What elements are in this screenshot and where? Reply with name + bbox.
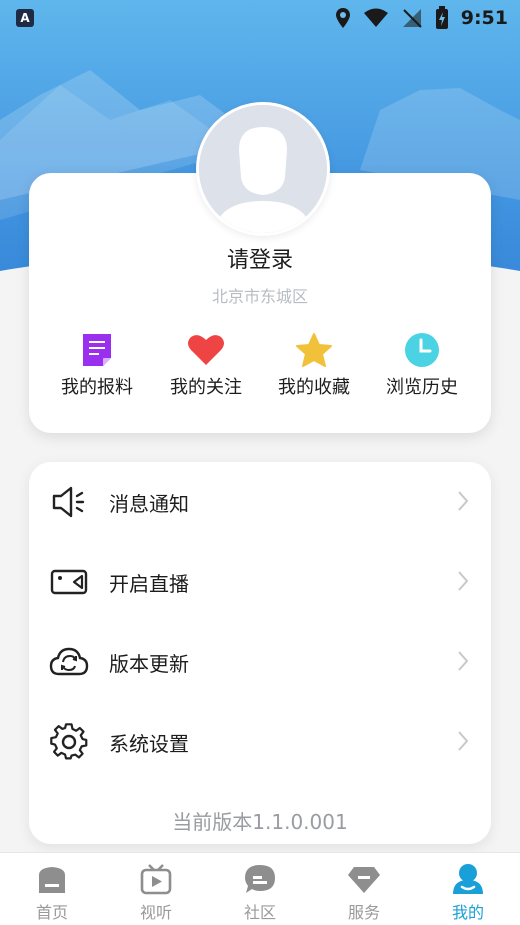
menu-item-label: 消息通知 — [109, 492, 189, 516]
tab-label: 首页 — [35, 903, 68, 922]
avatar[interactable] — [196, 102, 330, 236]
menu-item-system-settings[interactable]: 系统设置 — [29, 706, 491, 776]
chevron-right-icon — [458, 731, 469, 751]
signal-off-icon — [402, 9, 422, 28]
speaker-icon — [52, 486, 85, 518]
battery-charging-icon — [435, 6, 448, 29]
gear-icon — [50, 723, 88, 760]
quick-action-browse-history[interactable]: 浏览历史 — [372, 330, 472, 399]
cloud-sync-icon — [49, 647, 89, 676]
quick-action-my-follows[interactable]: 我的关注 — [156, 330, 256, 399]
tab-community[interactable]: 社区 — [208, 853, 312, 925]
star-icon — [296, 333, 332, 367]
app-notification-icon: A — [16, 9, 34, 27]
clock-icon — [405, 333, 439, 367]
menu-item-start-live[interactable]: 开启直播 — [29, 546, 491, 616]
tab-mine[interactable]: 我的 — [416, 853, 520, 925]
video-camera-icon — [50, 569, 88, 595]
quick-action-label: 浏览历史 — [386, 377, 458, 398]
default-avatar-icon — [199, 105, 327, 233]
quick-action-label: 我的收藏 — [278, 377, 350, 398]
location-text: 北京市东城区 — [211, 287, 308, 306]
tab-label: 我的 — [451, 903, 484, 922]
chat-bubble-icon — [245, 865, 275, 893]
chevron-right-icon — [458, 491, 469, 511]
tab-audio-video[interactable]: 视听 — [104, 853, 208, 925]
tab-label: 社区 — [243, 903, 276, 922]
menu-item-label: 开启直播 — [109, 572, 189, 596]
quick-action-label: 我的报料 — [61, 377, 133, 398]
status-bar: A 9:51 — [0, 0, 520, 36]
menu-item-label: 版本更新 — [109, 652, 189, 676]
chevron-right-icon — [458, 651, 469, 671]
bottom-tab-bar: 首页 视听 社区 服务 我的 — [0, 852, 520, 925]
home-icon — [39, 867, 65, 893]
location-icon — [335, 8, 350, 28]
tab-label: 视听 — [139, 903, 172, 922]
report-document-icon — [83, 334, 111, 366]
heart-icon — [188, 335, 224, 365]
diamond-icon — [348, 867, 380, 893]
person-icon — [453, 864, 483, 894]
menu-item-notifications[interactable]: 消息通知 — [29, 466, 491, 536]
quick-action-my-reports[interactable]: 我的报料 — [47, 330, 147, 399]
wifi-icon — [363, 8, 388, 27]
tab-home[interactable]: 首页 — [0, 853, 104, 925]
menu-item-label: 系统设置 — [109, 732, 189, 756]
clock-time: 9:51 — [460, 7, 508, 29]
app-version-text: 当前版本1.1.0.001 — [172, 810, 348, 834]
tab-services[interactable]: 服务 — [312, 853, 416, 925]
menu-item-version-update[interactable]: 版本更新 — [29, 626, 491, 696]
login-prompt[interactable]: 请登录 — [0, 242, 520, 274]
tab-label: 服务 — [347, 903, 380, 922]
tv-play-icon — [140, 864, 172, 895]
quick-action-label: 我的关注 — [170, 377, 242, 398]
quick-action-my-favorites[interactable]: 我的收藏 — [264, 330, 364, 399]
chevron-right-icon — [458, 571, 469, 591]
